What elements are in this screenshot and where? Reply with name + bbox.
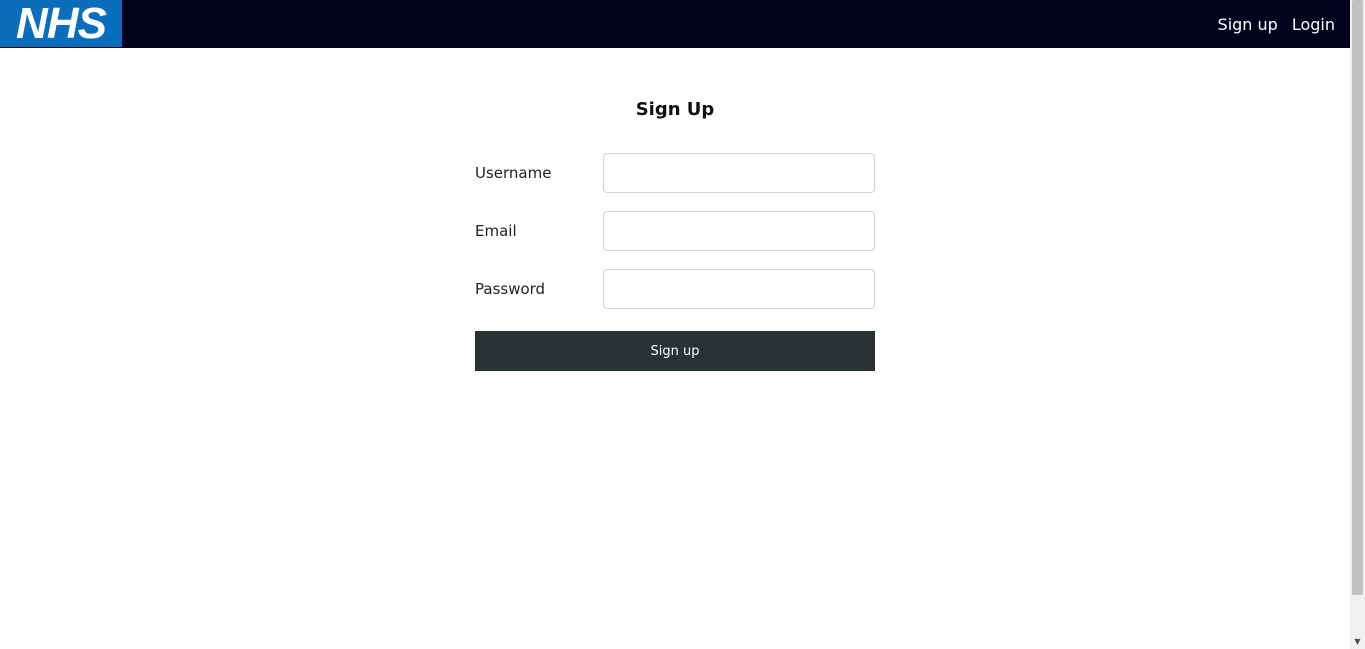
nhs-logo[interactable]: NHS: [0, 0, 122, 47]
username-label: Username: [475, 164, 552, 182]
top-navbar: NHS Sign up Login: [0, 0, 1350, 48]
chevron-down-icon[interactable]: ▼: [1350, 634, 1365, 649]
page-title: Sign Up: [635, 99, 715, 120]
logo-text: NHS: [16, 0, 107, 48]
page: NHS Sign up Login Sign Up Username Email…: [0, 0, 1350, 649]
password-input[interactable]: [603, 269, 875, 309]
nav-links: Sign up Login: [1218, 0, 1335, 48]
username-input[interactable]: [603, 153, 875, 193]
signup-form: Sign Up Username Email Password Sign up: [475, 96, 875, 371]
email-label: Email: [475, 222, 517, 240]
email-input[interactable]: [603, 211, 875, 251]
password-row: Password: [475, 269, 875, 309]
nav-signup-link[interactable]: Sign up: [1218, 15, 1278, 34]
scrollbar-thumb[interactable]: [1352, 0, 1363, 595]
vertical-scrollbar[interactable]: ▼: [1350, 0, 1365, 649]
signup-button[interactable]: Sign up: [475, 331, 875, 371]
email-row: Email: [475, 211, 875, 251]
password-label: Password: [475, 280, 546, 298]
nav-login-link[interactable]: Login: [1292, 15, 1335, 34]
username-row: Username: [475, 153, 875, 193]
